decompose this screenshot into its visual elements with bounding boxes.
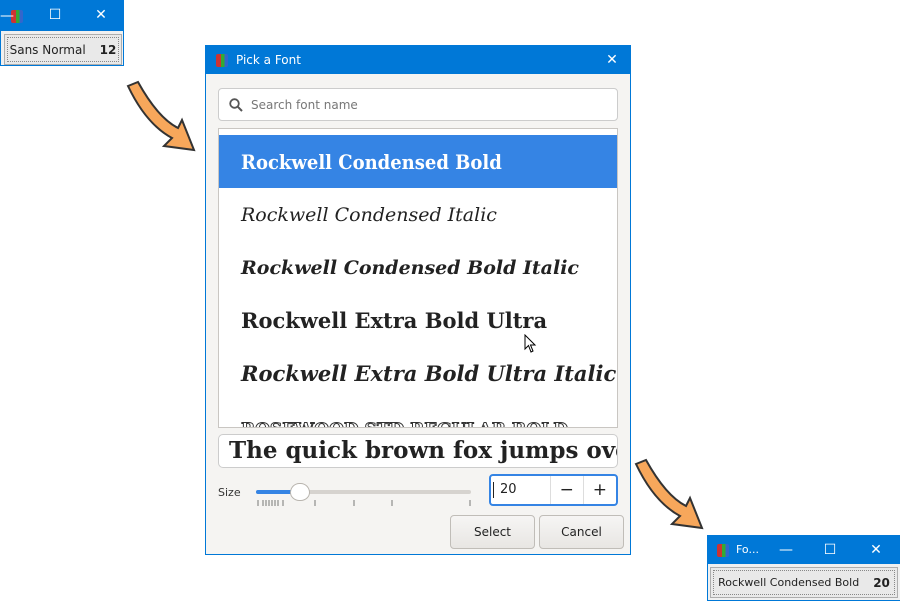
size-spin-button[interactable]: 20 − + [489,474,618,506]
decrease-button[interactable]: − [549,476,583,504]
minimize-button[interactable]: — [768,536,804,564]
preview-text[interactable]: The quick brown fox jumps over the lazy … [218,434,618,468]
mouse-cursor-icon [524,334,537,353]
main-window: — ☐ ✕ Sans Normal 12 [0,0,124,66]
window-title: Fo... [736,543,759,556]
title-bar: Fo... — ☐ ✕ [708,536,900,564]
font-list-item[interactable]: Rockwell Extra Bold Ultra Italic [219,347,617,400]
close-button[interactable]: ✕ [594,46,630,74]
maximize-button[interactable]: ☐ [37,1,73,29]
arrow-icon [126,80,196,152]
font-list-item[interactable]: Rockwell Condensed Bold [219,135,617,188]
font-name: Rockwell Condensed Bold [718,576,860,589]
result-window: Fo... — ☐ ✕ Rockwell Condensed Bold 20 [707,535,900,601]
font-list-item[interactable]: Rosewood Std Regular Bold [219,400,617,428]
font-list-item[interactable]: Rockwell Condensed Bold Italic [219,241,617,294]
app-icon [216,54,228,67]
font-size: 20 [873,575,890,590]
arrow-icon [634,458,704,530]
cancel-label: Cancel [561,525,602,539]
font-name: Sans Normal [9,42,86,57]
font-size: 12 [99,42,117,57]
size-input[interactable]: 20 [493,482,550,498]
font-list-item[interactable]: Rockwell Condensed Italic [219,188,617,241]
minimize-button[interactable]: — [0,2,25,30]
slider-handle[interactable] [290,483,310,501]
maximize-button[interactable]: ☐ [812,536,848,564]
search-input[interactable]: Search font name [218,88,618,121]
title-bar: — ☐ ✕ [0,1,123,31]
increase-button[interactable]: + [582,476,616,504]
font-list[interactable]: Rockwell Condensed Bold Rockwell Condens… [218,128,618,428]
app-icon [717,544,729,557]
font-chooser-dialog: Pick a Font ✕ Search font name Rockwell … [205,45,631,555]
size-slider[interactable] [256,483,472,513]
font-button[interactable]: Sans Normal 12 [4,34,122,65]
select-label: Select [473,525,512,539]
size-label: Size [218,486,241,499]
close-button[interactable]: ✕ [83,1,119,29]
font-button[interactable]: Rockwell Condensed Bold 20 [710,567,898,598]
search-icon [229,97,243,112]
font-list-item[interactable]: Rockwell Extra Bold Ultra [219,294,617,347]
close-button[interactable]: ✕ [858,536,894,564]
dialog-title: Pick a Font [236,53,301,67]
select-button[interactable]: Select [450,515,535,549]
search-placeholder: Search font name [251,97,358,112]
cancel-button[interactable]: Cancel [539,515,624,549]
dialog-title-bar: Pick a Font ✕ [206,46,630,74]
